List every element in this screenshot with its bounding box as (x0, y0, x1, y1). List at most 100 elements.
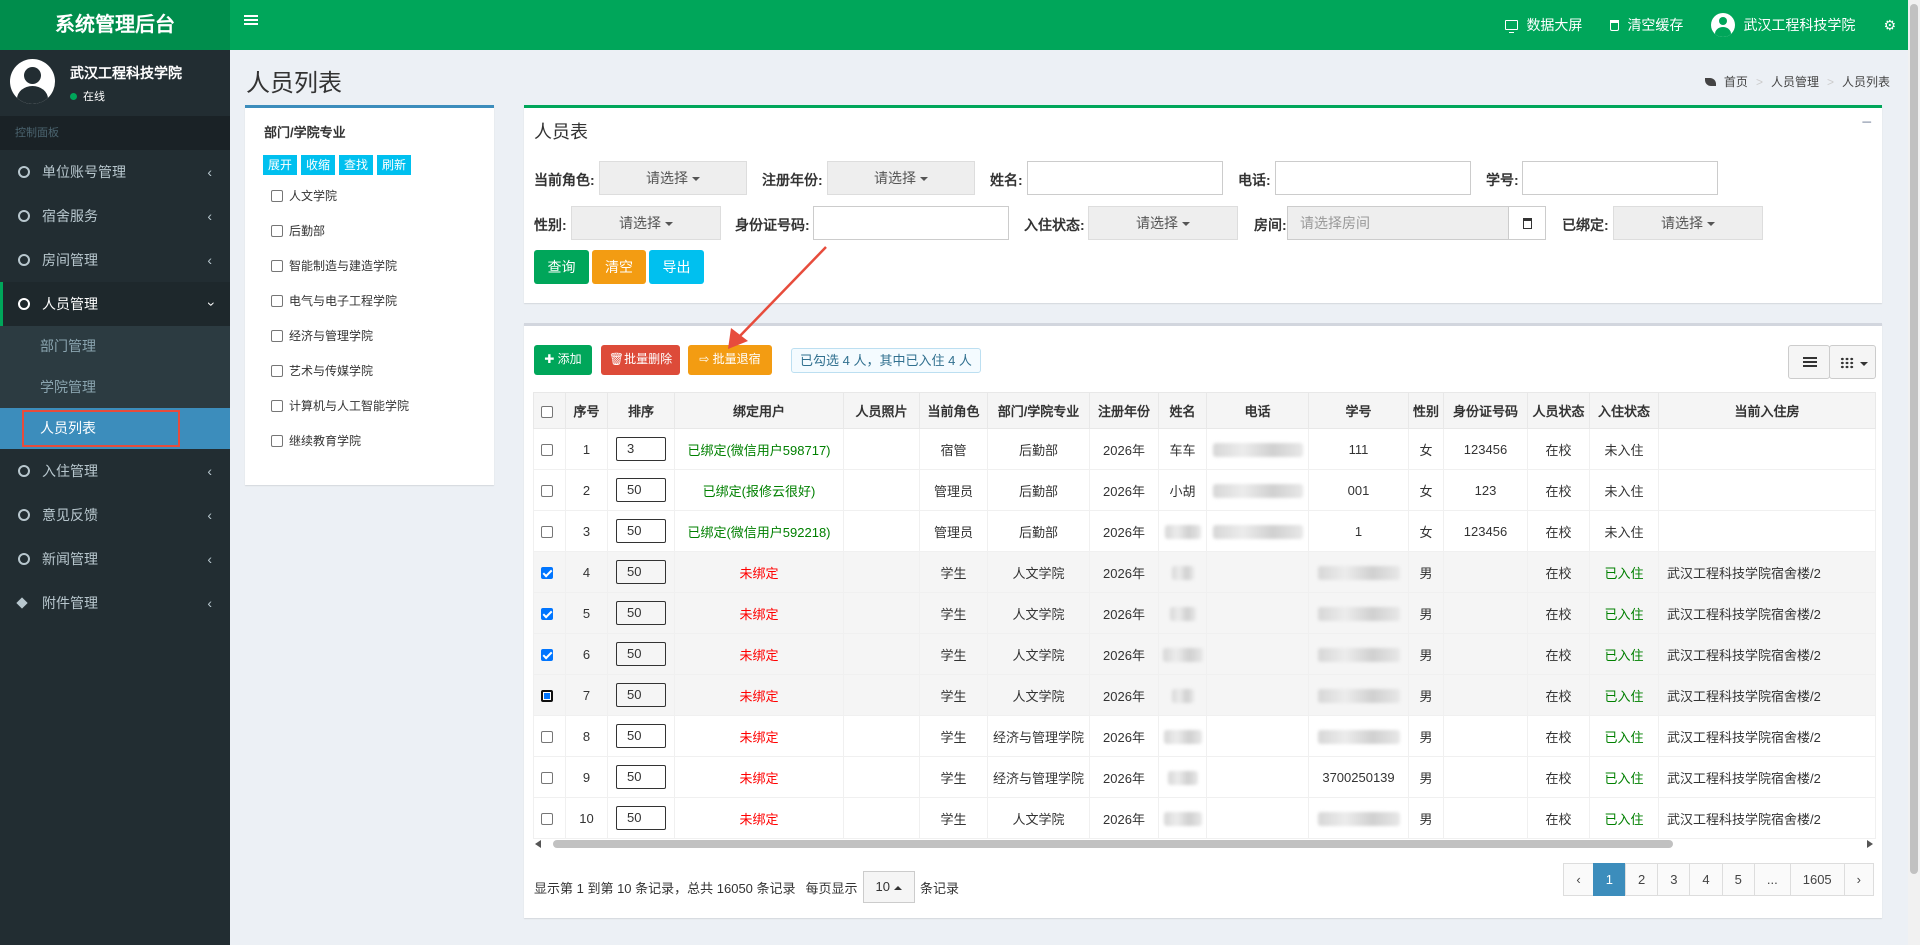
row-select-cell[interactable] (533, 756, 566, 798)
row-checkbox[interactable] (540, 649, 553, 662)
table-row[interactable]: 3 50 已绑定(微信用户592218) 管理员 后勤部 2026年 1 女 123456 在校未… (533, 510, 1876, 552)
scroll-right-icon[interactable] (1867, 840, 1873, 848)
page-button[interactable]: 5 (1721, 863, 1755, 896)
checkin-select[interactable]: 请选择 (1088, 206, 1238, 240)
sidebar-subitem-dept[interactable]: 部门管理 (0, 326, 230, 367)
sort-input[interactable]: 50 (616, 560, 666, 584)
sidebar-item-room[interactable]: 房间管理 ‹ (0, 238, 230, 282)
sidebar-item-unit-account[interactable]: 单位账号管理 ‹ (0, 150, 230, 194)
page-size-select[interactable]: 10 (862, 871, 915, 903)
row-select-cell[interactable] (533, 551, 566, 593)
gender-select[interactable]: 请选择 (571, 206, 721, 240)
row-checkbox[interactable] (540, 485, 553, 498)
page-scrollbar[interactable] (1908, 0, 1920, 945)
sidebar-item-feedback[interactable]: 意见反馈 ‹ (0, 493, 230, 537)
tree-item[interactable]: 计算机与人工智能学院 (271, 397, 409, 414)
sidebar-subitem-college[interactable]: 学院管理 (0, 367, 230, 408)
tree-item[interactable]: 艺术与传媒学院 (271, 362, 373, 379)
add-button[interactable]: ✚ 添加 (534, 345, 592, 375)
sort-input[interactable]: 3 (616, 437, 666, 461)
table-row[interactable]: 6 50 未绑定 学生 人文学院 2026年 男 在校 已入住 武汉工程科技学院宿舍楼/2 (533, 633, 1876, 675)
query-button[interactable]: 查询 (534, 250, 589, 284)
column-header[interactable]: 人员状态 (1527, 392, 1590, 429)
table-row[interactable]: 5 50 未绑定 学生 人文学院 2026年 男 在校 已入住 武汉工程科技学院宿舍楼/2 (533, 592, 1876, 634)
column-header[interactable]: 学号 (1308, 392, 1409, 429)
row-select-cell[interactable] (533, 797, 566, 839)
column-header[interactable]: 性别 (1408, 392, 1444, 429)
sort-cell[interactable]: 50 (607, 715, 675, 757)
tree-checkbox[interactable] (271, 399, 283, 412)
tree-checkbox[interactable] (271, 329, 283, 342)
sort-cell[interactable]: 50 (607, 674, 675, 716)
clear-button[interactable]: 清空 (592, 250, 646, 284)
column-header[interactable]: 当前入住房 (1658, 392, 1876, 429)
column-header[interactable]: 人员照片 (843, 392, 920, 429)
row-select-cell[interactable] (533, 674, 566, 716)
role-select[interactable]: 请选择 (599, 161, 747, 195)
breadcrumb-personnel[interactable]: 人员管理 (1771, 73, 1819, 90)
tree-checkbox[interactable] (271, 294, 283, 307)
sort-input[interactable]: 50 (616, 519, 666, 543)
gears-icon[interactable]: ⚙ (1883, 17, 1896, 34)
columns-button[interactable] (1829, 345, 1876, 379)
clear-cache-link[interactable]: 清空缓存 (1610, 15, 1683, 35)
scroll-left-icon[interactable] (535, 840, 541, 848)
student-id-input[interactable] (1522, 161, 1718, 195)
sort-cell[interactable]: 50 (607, 551, 675, 593)
page-button[interactable]: 1605 (1789, 863, 1845, 896)
select-all-checkbox[interactable] (540, 405, 553, 418)
horizontal-scrollbar[interactable] (533, 838, 1875, 850)
sort-input[interactable]: 50 (616, 806, 666, 830)
user-menu[interactable]: 武汉工程科技学院 (1711, 13, 1855, 37)
sort-cell[interactable]: 50 (607, 510, 675, 552)
sort-input[interactable]: 50 (616, 765, 666, 789)
tree-item[interactable]: 电气与电子工程学院 (271, 292, 397, 309)
batch-delete-button[interactable]: 🗑批量删除 (601, 345, 680, 375)
sidebar-item-news[interactable]: 新闻管理 ‹ (0, 537, 230, 581)
sort-cell[interactable]: 50 (607, 592, 675, 634)
column-header[interactable]: 入住状态 (1589, 392, 1659, 429)
row-select-cell[interactable] (533, 715, 566, 757)
sort-input[interactable]: 50 (616, 642, 666, 666)
tree-checkbox[interactable] (271, 434, 283, 447)
tree-refresh-button[interactable]: 刷新 (377, 155, 412, 175)
column-header[interactable]: 姓名 (1158, 392, 1207, 429)
tree-item[interactable]: 后勤部 (271, 222, 325, 239)
room-clear-button[interactable] (1508, 206, 1546, 240)
column-header[interactable]: 当前角色 (919, 392, 988, 429)
column-header[interactable]: 注册年份 (1089, 392, 1159, 429)
table-row[interactable]: 7 50 未绑定 学生 人文学院 2026年 男 在校 已入住 武汉工程科技学院宿舍楼/2 (533, 674, 1876, 716)
breadcrumb-home[interactable]: 首页 (1724, 73, 1748, 90)
table-row[interactable]: 1 3 已绑定(微信用户598717) 宿管 后勤部 2026年 车车 111 女 123456 在… (533, 428, 1876, 470)
room-input[interactable]: 请选择房间 (1287, 206, 1509, 240)
table-row[interactable]: 4 50 未绑定 学生 人文学院 2026年 男 在校 已入住 武汉工程科技学院宿舍楼/2 (533, 551, 1876, 593)
idcard-input[interactable] (813, 206, 1009, 240)
name-input[interactable] (1027, 161, 1223, 195)
row-select-cell[interactable] (533, 592, 566, 634)
row-checkbox[interactable] (540, 731, 553, 744)
sort-cell[interactable]: 50 (607, 633, 675, 675)
year-select[interactable]: 请选择 (827, 161, 975, 195)
sort-input[interactable]: 50 (616, 683, 666, 707)
tree-item[interactable]: 经济与管理学院 (271, 327, 373, 344)
page-scroll-thumb[interactable] (1910, 4, 1918, 874)
sort-cell[interactable]: 50 (607, 797, 675, 839)
table-row[interactable]: 2 50 已绑定(报修云很好) 管理员 后勤部 2026年 小胡 001 女 123 在校 未入住 (533, 469, 1876, 511)
row-checkbox[interactable] (540, 690, 553, 703)
sidebar-item-attachments[interactable]: 附件管理 ‹ (0, 581, 230, 625)
tree-checkbox[interactable] (271, 259, 283, 272)
tree-checkbox[interactable] (271, 189, 283, 202)
batch-checkout-button[interactable]: ⇨ 批量退宿 (688, 345, 772, 375)
row-checkbox[interactable] (540, 444, 553, 457)
phone-input[interactable] (1275, 161, 1471, 195)
sidebar-toggle-icon[interactable] (244, 13, 258, 27)
sidebar-item-personnel[interactable]: 人员管理 ‹ (0, 282, 230, 326)
tree-collapse-button[interactable]: 收缩 (301, 155, 336, 175)
data-screen-link[interactable]: 数据大屏 (1505, 15, 1582, 35)
tree-checkbox[interactable] (271, 224, 283, 237)
row-checkbox[interactable] (540, 772, 553, 785)
row-checkbox[interactable] (540, 813, 553, 826)
page-button[interactable]: 2 (1624, 863, 1659, 896)
sort-cell[interactable]: 50 (607, 756, 675, 798)
collapse-icon[interactable]: − (1861, 112, 1872, 133)
